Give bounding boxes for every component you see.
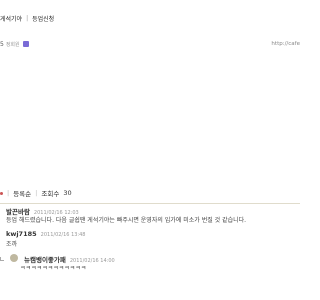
comment-item: kwj7185 2011/02/16 13:48 조까 [0,230,300,252]
comment-text: 조까 [6,241,18,248]
toolbar-divider: | [35,189,38,197]
member-grade: 정회원 [5,41,20,48]
comment-item: 뉴캠뱅이좋가패 2011/02/16 14:00 ㅋㅋㅋㅋㅋㅋㅋㅋㅋㅋㅋㅋ [0,254,300,276]
comment-author[interactable]: 뉴캠뱅이좋가패 [24,254,66,264]
post-header: 게석기야 | 등업신청 [0,0,300,30]
board-name-link[interactable]: 등업신청 [32,14,54,23]
post-title: 게석기야 [0,16,23,23]
toolbar-divider: | [7,189,10,197]
comment-text: ㅋㅋㅋㅋㅋㅋㅋㅋㅋㅋㅋㅋ [20,265,87,272]
comment-text: 등업 해드렸습니다. 다음 글쉽땐 게석기야는 빠주시면 운영자의 입가에 미소… [6,217,247,224]
sort-order-button[interactable]: 등록순 [13,188,31,198]
comment-item: 발끈바람 2011/02/16 12:03 등업 해드렸습니다. 다음 글쉽땐 … [0,206,300,228]
comment-divider [0,203,300,204]
comment-list: 발끈바람 2011/02/16 12:03 등업 해드렸습니다. 다음 글쉽땐 … [0,206,300,278]
comment-time: 2011/02/16 13:48 [40,232,86,238]
views-count: 30 [63,189,72,197]
views-label: 조회수 [41,190,60,198]
avatar [10,254,18,262]
grade-badge-icon [22,41,29,47]
post-url[interactable]: http://cafe [271,41,300,47]
comment-bullet-icon [0,191,3,195]
post-author-id[interactable]: 5 [0,41,4,48]
post-title-bar: 게석기야 | 등업신청 [0,14,54,23]
comment-author[interactable]: 발끈바람 [6,206,30,216]
title-separator: | [26,15,29,22]
comment-author[interactable]: kwj7185 [6,230,37,238]
post-content [0,48,300,178]
comment-toolbar: | 등록순 | 조회수 30 [0,186,72,200]
reply-arrow-icon [0,257,4,261]
